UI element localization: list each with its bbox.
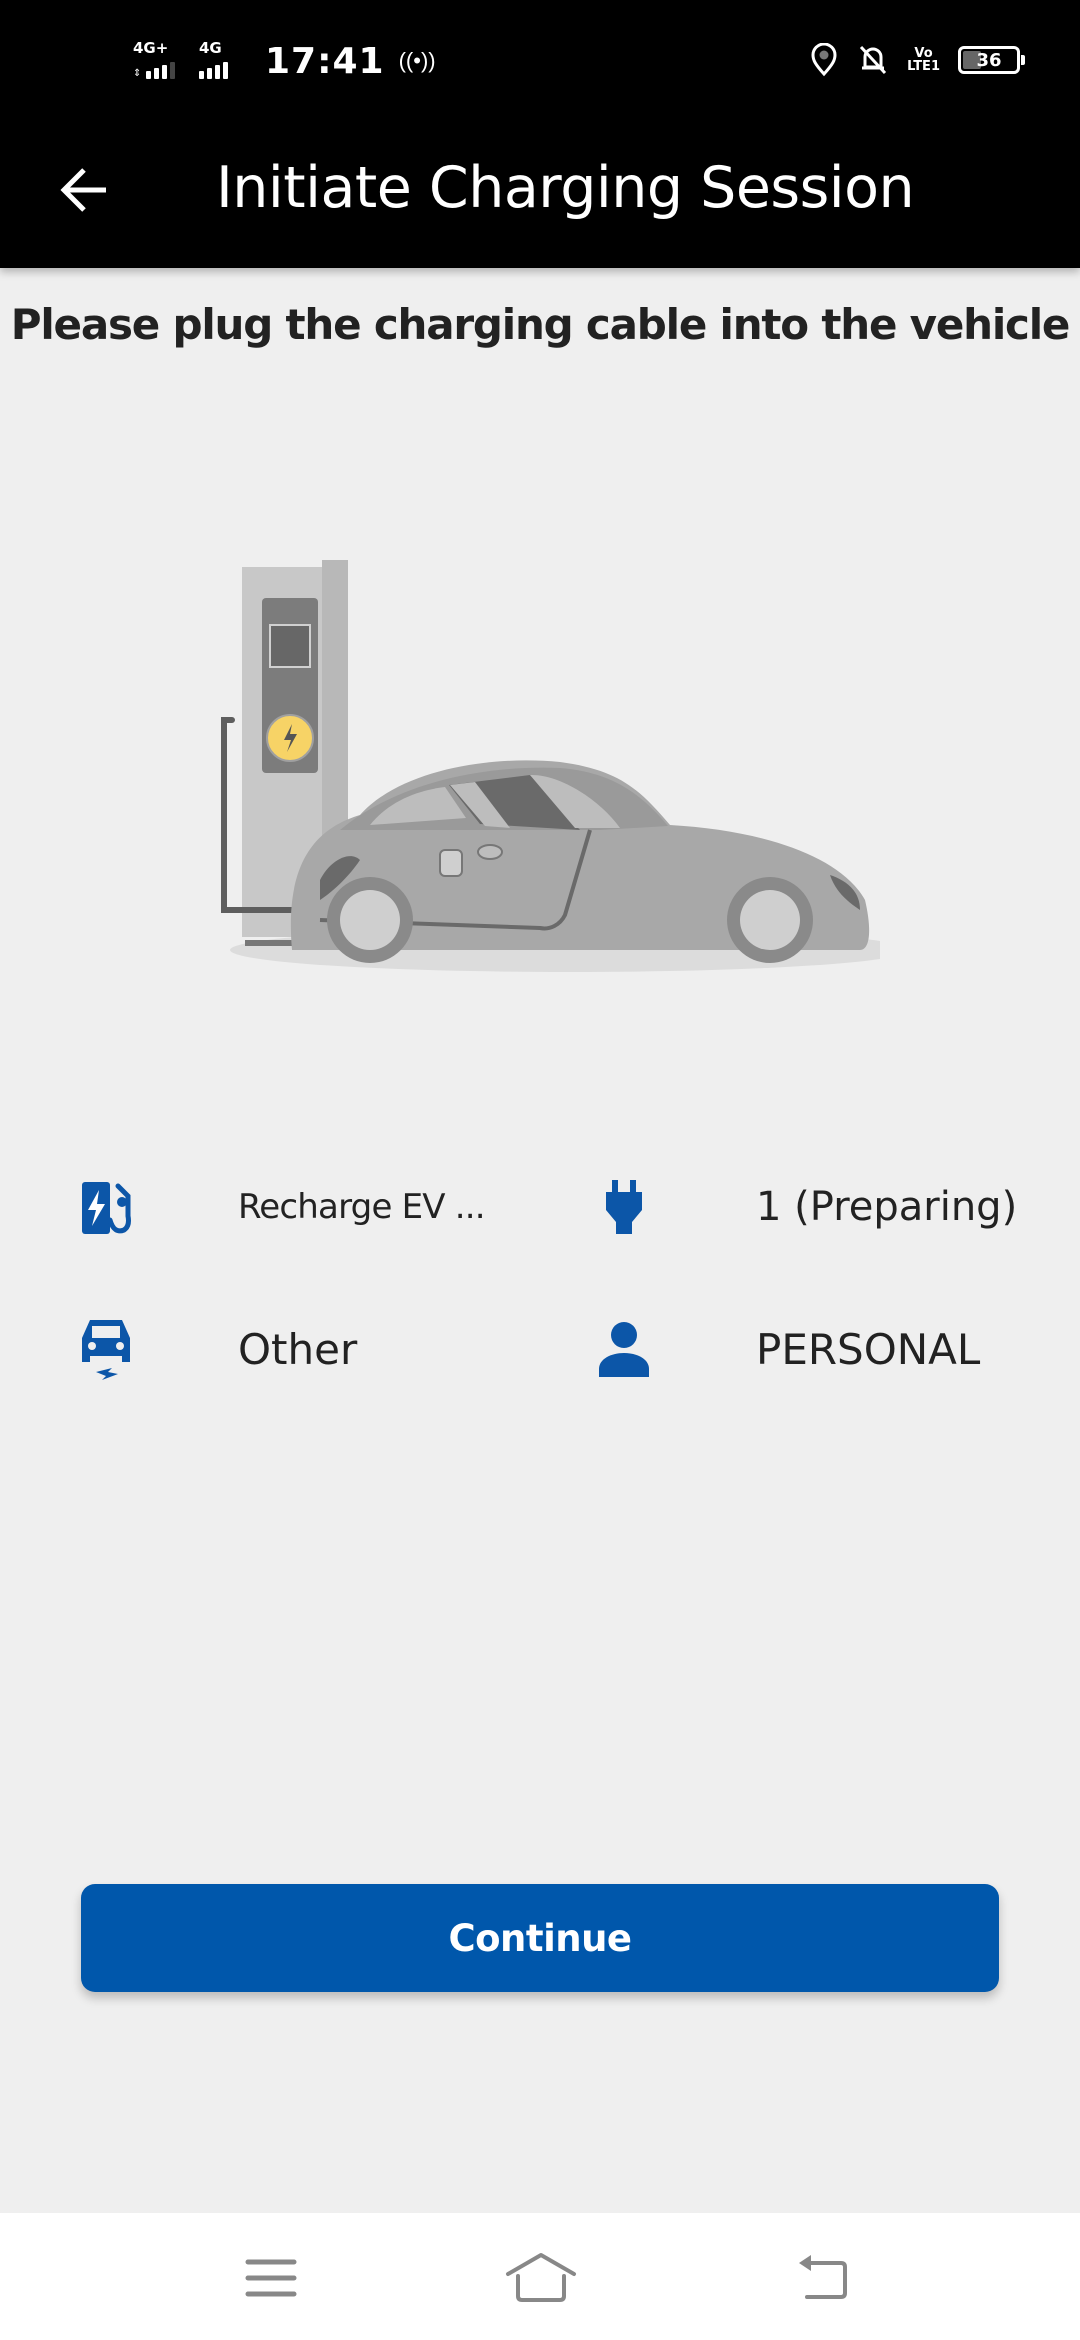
sim1-network-type: 4G+ xyxy=(133,39,169,57)
back-button[interactable] xyxy=(50,156,118,224)
status-time: 17:41 xyxy=(265,40,385,82)
sim1-signal-icon: ⇕ xyxy=(133,62,176,79)
arrow-left-icon xyxy=(60,168,106,212)
back-icon xyxy=(799,2255,847,2299)
bell-off-icon xyxy=(859,45,887,75)
system-nav-bar xyxy=(0,2213,1080,2340)
continue-button[interactable]: Continue xyxy=(81,1884,999,1992)
menu-icon xyxy=(245,2259,297,2297)
status-left: 4G+ ⇕ 4G 17:41 ((•)) xyxy=(133,36,436,86)
sim1-signal: 4G+ ⇕ xyxy=(133,39,189,83)
volte-icon: Vo LTE1 xyxy=(907,47,940,73)
battery-percent: 36 xyxy=(976,49,1002,71)
status-right: Vo LTE1 36 xyxy=(809,40,1025,80)
page-title: Initiate Charging Session xyxy=(216,155,915,221)
electric-car-icon xyxy=(74,1314,138,1384)
profile-type: PERSONAL xyxy=(756,1324,981,1374)
connector-status: 1 (Preparing) xyxy=(756,1184,1018,1230)
sim2-signal: 4G xyxy=(199,39,249,83)
volte-bottom: LTE1 xyxy=(907,59,940,74)
sim2-network-type: 4G xyxy=(199,39,222,57)
status-bar: 4G+ ⇕ 4G 17:41 ((•)) Vo LTE1 36 xyxy=(0,0,1080,120)
sim2-signal-icon xyxy=(199,62,228,79)
rear-wheel xyxy=(727,877,813,963)
station-info: Recharge EV ... xyxy=(74,1162,494,1252)
station-name: Recharge EV ... xyxy=(238,1187,486,1227)
nav-menu-button[interactable] xyxy=(226,2243,316,2313)
instruction-text: Please plug the charging cable into the … xyxy=(10,300,1071,349)
vehicle-type: Other xyxy=(238,1324,358,1374)
nav-home-button[interactable] xyxy=(496,2243,586,2313)
nav-back-button[interactable] xyxy=(778,2243,868,2313)
ev-station-icon xyxy=(74,1172,138,1242)
battery-icon: 36 xyxy=(958,46,1025,74)
connector-info: 1 (Preparing) xyxy=(592,1162,1032,1252)
vehicle-info: Other xyxy=(74,1304,494,1394)
app-bar: Initiate Charging Session xyxy=(0,120,1080,268)
location-icon xyxy=(811,43,837,77)
person-icon xyxy=(592,1314,656,1384)
front-wheel xyxy=(327,877,413,963)
profile-info: PERSONAL xyxy=(592,1304,1032,1394)
ev-charging-illustration xyxy=(221,560,880,972)
plug-icon xyxy=(592,1172,656,1242)
hotspot-icon: ((•)) xyxy=(398,48,436,73)
home-icon xyxy=(506,2253,576,2302)
